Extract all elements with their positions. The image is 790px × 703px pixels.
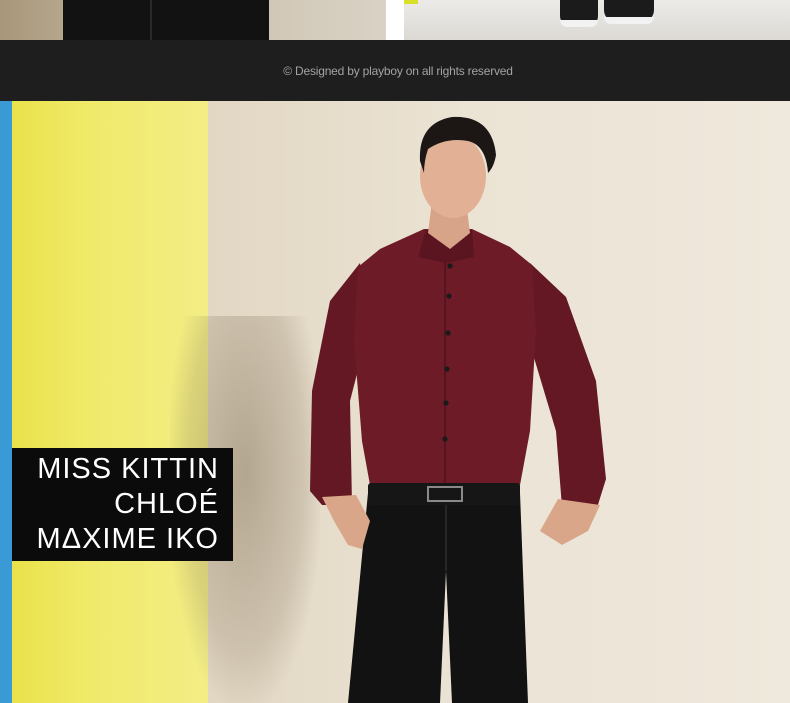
right-sleeve — [530, 263, 606, 511]
top-photo-strip — [0, 0, 790, 40]
badge-line-3: MΔXIME IKO — [36, 523, 219, 555]
top-right-photo — [404, 0, 790, 40]
right-hand — [540, 499, 600, 545]
badge-line-1: MISS KITTIN — [37, 453, 219, 485]
top-left-photo — [0, 0, 386, 40]
left-hand — [322, 495, 370, 549]
copyright-text: © Designed by playboy on all rights rese… — [283, 63, 513, 78]
copyright-band: © Designed by playboy on all rights rese… — [0, 40, 790, 101]
badge-line-2: CHLOÉ — [114, 488, 219, 520]
black-pants-crop — [63, 0, 269, 40]
text-badge: MISS KITTIN CHLOÉ MΔXIME IKO — [12, 448, 233, 561]
hero-photo: MISS KITTIN CHLOÉ MΔXIME IKO — [0, 101, 790, 703]
black-pants — [348, 493, 528, 703]
model-figure — [310, 116, 606, 703]
